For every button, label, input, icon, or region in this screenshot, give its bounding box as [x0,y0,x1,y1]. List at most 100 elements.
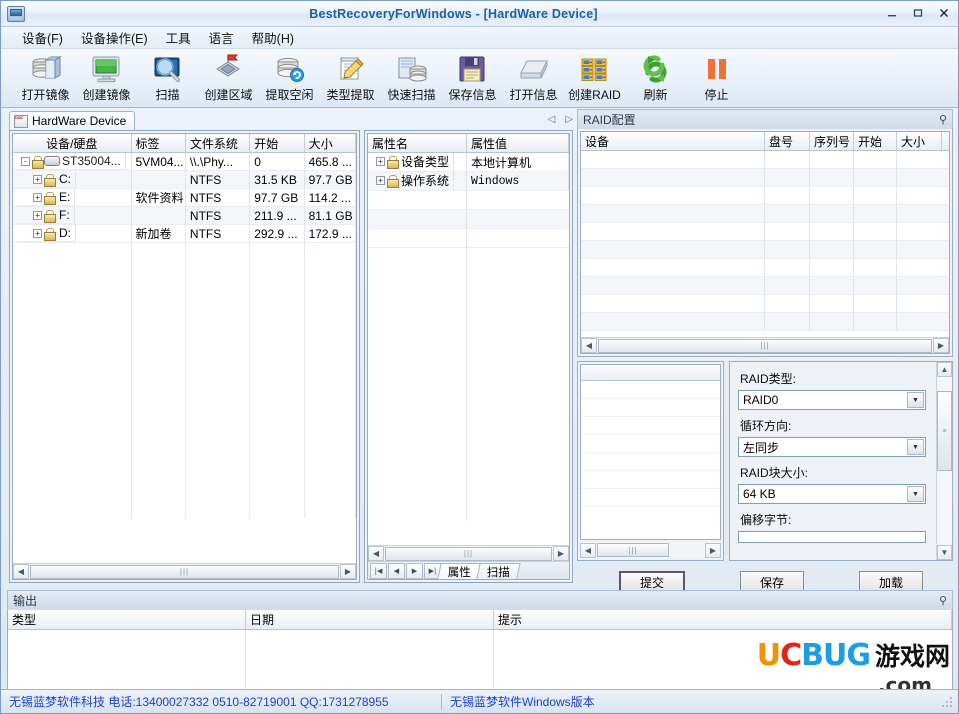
column-header-serial[interactable]: 序列号 [810,132,854,150]
close-icon[interactable] [936,5,952,21]
toolbar-button-create-image[interactable]: 创建镜像 [76,52,137,106]
tab-prev-icon[interactable]: ◁ [548,114,556,125]
column-header-device[interactable]: 设备/硬盘 [13,134,132,152]
scroll-thumb[interactable]: ||| [385,547,552,561]
toolbar-button-refresh[interactable]: 刷新 [625,52,686,106]
nav-first-button[interactable]: |◀ [370,563,387,579]
column-header-disk-number[interactable]: 盘号 [765,132,810,150]
expander-icon[interactable]: - [21,157,30,166]
expander-icon[interactable]: + [376,157,385,166]
cell-filesystem: NTFS [186,225,250,243]
tab-hardware-device[interactable]: HardWare Device [9,111,135,130]
raid-config-panel: RAID配置 ⚲ 设备 盘号 序列号 开始 大小 [577,109,953,584]
table-row[interactable]: + F: NTFS 211.9 ... 81.1 GB [13,207,356,225]
toolbar-button-quick-scan[interactable]: 快速扫描 [381,52,442,106]
toolbar-button-stop[interactable]: 停止 [686,52,747,106]
menu-item-tools[interactable]: 工具 [157,26,200,49]
column-header-device[interactable]: 设备 [581,132,765,150]
chevron-down-icon[interactable]: ▼ [907,392,924,408]
raid-settings-vscrollbar[interactable]: ▲ ≡ ▼ [936,362,952,560]
scroll-left-icon[interactable]: ◀ [368,546,384,561]
table-row[interactable]: - ST35004... 5VM04... \\.\Phy... 0 465.8… [13,153,356,171]
pin-icon[interactable]: ⚲ [939,113,947,126]
expander-icon[interactable]: + [376,176,385,185]
scroll-thumb[interactable]: ||| [598,339,932,353]
column-header-size[interactable]: 大小 [897,132,942,150]
scroll-right-icon[interactable]: ▶ [553,546,569,561]
raid-grid-hscrollbar[interactable]: ◀ ||| ▶ [581,337,949,353]
menu-bar: 设备(F) 设备操作(E) 工具 语言 帮助(H) [1,27,958,49]
column-header-size[interactable]: 大小 [305,134,356,152]
scroll-track[interactable]: ≡ [937,377,952,545]
column-header-property-value[interactable]: 属性值 [467,134,569,152]
menu-item-language[interactable]: 语言 [200,26,243,49]
nav-prev-button[interactable]: ◀ [388,563,405,579]
column-header-message[interactable]: 提示 [494,610,952,629]
scroll-thumb[interactable]: ≡ [937,391,952,471]
expander-icon[interactable]: + [33,211,42,220]
column-header-date[interactable]: 日期 [246,610,494,629]
expander-icon[interactable]: + [33,229,42,238]
offset-bytes-input[interactable] [738,531,926,543]
scroll-left-icon[interactable]: ◀ [13,564,29,579]
column-header-property-name[interactable]: 属性名 [368,134,467,152]
table-row[interactable]: + C: NTFS 31.5 KB 97.7 GB [13,171,356,189]
device-grid-hscrollbar[interactable]: ◀ ||| ▶ [13,563,356,579]
column-header-label[interactable]: 标签 [132,134,186,152]
table-row[interactable]: + 操作系统 Windows [368,172,569,191]
table-row[interactable]: + E: 软件资料 NTFS 97.7 GB 114.2 ... [13,189,356,207]
tab-properties[interactable]: 属性 [437,563,481,579]
column-header-filesystem[interactable]: 文件系统 [186,134,250,152]
expander-icon[interactable]: + [33,175,42,184]
toolbar-button-open-image[interactable]: 打开镜像 [15,52,76,106]
scroll-right-icon[interactable]: ▶ [705,543,721,558]
menu-item-device[interactable]: 设备(F) [13,26,72,49]
table-row[interactable]: + D: 新加卷 NTFS 292.9 ... 172.9 ... [13,225,356,243]
toolbar-button-create-raid[interactable]: 创建RAID [564,52,625,106]
column-header-type[interactable]: 类型 [8,610,246,629]
scroll-thumb[interactable]: ||| [597,543,669,557]
toolbar-button-save-info[interactable]: 保存信息 [442,52,503,106]
toolbar-label: 创建区域 [204,86,252,103]
menu-item-help[interactable]: 帮助(H) [243,26,303,49]
nav-next-button[interactable]: ▶ [406,563,423,579]
scroll-right-icon[interactable]: ▶ [340,564,356,579]
expander-icon[interactable]: + [33,193,42,202]
raid-member-hscrollbar[interactable]: ◀ ||| ▶ [580,542,721,558]
column-header-start[interactable]: 开始 [854,132,897,150]
scroll-right-icon[interactable]: ▶ [933,338,949,353]
toolbar-button-scan[interactable]: 扫描 [137,52,198,106]
toolbar-label: 刷新 [643,86,667,103]
raid-block-size-select[interactable]: 64 KB ▼ [738,484,926,504]
properties-hscrollbar[interactable]: ◀ ||| ▶ [368,545,569,561]
resize-grip[interactable] [940,695,954,709]
raid-type-select[interactable]: RAID0 ▼ [738,390,926,410]
column-header-start[interactable]: 开始 [250,134,304,152]
scroll-left-icon[interactable]: ◀ [581,338,597,353]
menu-item-device-operation[interactable]: 设备操作(E) [72,26,157,49]
scroll-up-icon[interactable]: ▲ [937,362,952,377]
document-icon [14,115,28,128]
toolbar-button-extract-free[interactable]: 提取空闲 [259,52,320,106]
maximize-icon[interactable] [910,5,926,21]
cell-device: F: [59,208,70,222]
lock-icon [387,156,397,167]
pin-icon[interactable]: ⚲ [939,594,947,607]
tab-next-icon[interactable]: ▷ [565,114,573,125]
table-row[interactable]: + 设备类型 本地计算机 [368,153,569,172]
tab-label: 扫描 [487,564,510,580]
cell-start: 0 [250,153,304,171]
toolbar-button-create-region[interactable]: 创建区域 [198,52,259,106]
toolbar-button-open-info[interactable]: 打开信息 [503,52,564,106]
minimize-icon[interactable] [884,5,900,21]
rotation-direction-select[interactable]: 左同步 ▼ [738,437,926,457]
toolbar-label: 创建镜像 [82,86,130,103]
tab-scan[interactable]: 扫描 [476,563,520,579]
scroll-left-icon[interactable]: ◀ [580,543,596,558]
chevron-down-icon[interactable]: ▼ [907,439,924,455]
cell-label: 软件资料 [132,189,186,207]
scroll-down-icon[interactable]: ▼ [937,545,952,560]
scroll-thumb[interactable]: ||| [30,565,339,579]
chevron-down-icon[interactable]: ▼ [907,486,924,502]
toolbar-button-type-extract[interactable]: 类型提取 [320,52,381,106]
